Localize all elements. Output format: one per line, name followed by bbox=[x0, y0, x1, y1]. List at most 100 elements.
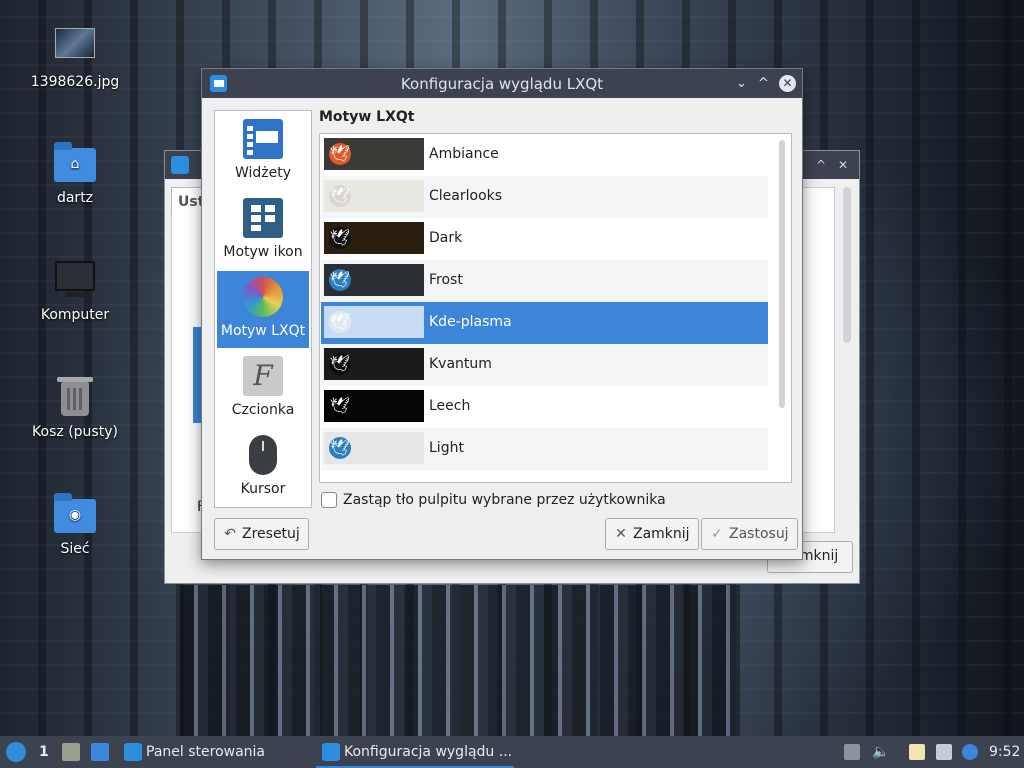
lxqt-bird-icon: 🕊 bbox=[329, 437, 351, 459]
desktop-icon-computer[interactable]: Komputer bbox=[15, 257, 135, 323]
font-icon: F bbox=[243, 356, 283, 396]
theme-row[interactable]: 🕊 Leech bbox=[321, 386, 768, 428]
undo-icon: ↶ bbox=[224, 526, 236, 542]
theme-row[interactable]: 🕊 Kde-plasma bbox=[321, 302, 768, 344]
apply-button[interactable]: ✓ Zastosuj bbox=[701, 518, 798, 550]
close-icon[interactable]: ✕ bbox=[779, 75, 796, 92]
theme-preview: 🕊 bbox=[324, 306, 424, 338]
maximize-icon[interactable]: ^ bbox=[813, 157, 829, 173]
maximize-icon[interactable]: ^ bbox=[755, 75, 772, 92]
theme-name: Light bbox=[429, 440, 464, 456]
desktop-icon-label: 1398626.jpg bbox=[30, 74, 120, 90]
theme-name: Leech bbox=[429, 398, 471, 414]
list-scrollbar[interactable] bbox=[779, 140, 785, 408]
file-manager-icon[interactable] bbox=[62, 743, 80, 761]
desktop-icon-label: Kosz (pusty) bbox=[32, 424, 118, 440]
theme-preview: 🕊 bbox=[324, 390, 424, 422]
replace-wallpaper-label[interactable]: Zastąp tło pulpitu wybrane przez użytkow… bbox=[343, 492, 666, 508]
clock[interactable]: 9:52 bbox=[989, 736, 1020, 768]
theme-name: Dark bbox=[429, 230, 463, 246]
theme-preview: 🕊 bbox=[324, 432, 424, 464]
category-sidebar: Widżety Motyw ikon Motyw LXQt F Czcionka… bbox=[214, 110, 312, 508]
network-icon[interactable] bbox=[936, 744, 952, 760]
storage-icon[interactable] bbox=[844, 744, 860, 760]
control-panel-icon bbox=[171, 156, 189, 174]
lxqt-bird-icon: 🕊 bbox=[329, 185, 351, 207]
lxqt-bird-icon: 🕊 bbox=[329, 353, 351, 375]
section-title: Motyw LXQt bbox=[319, 109, 415, 125]
lxqt-bird-icon: 🕊 bbox=[329, 143, 351, 165]
sidebar-item-label: Motyw ikon bbox=[223, 244, 303, 260]
theme-preview: 🕊 bbox=[324, 222, 424, 254]
task-control-panel[interactable]: Panel sterowania bbox=[120, 736, 265, 768]
desktop-icon-home[interactable]: ⌂ dartz bbox=[15, 140, 135, 206]
theme-name: Frost bbox=[429, 272, 463, 288]
lxqt-theme-icon bbox=[243, 277, 283, 317]
lxqt-bird-icon: 🕊 bbox=[329, 311, 351, 333]
theme-row[interactable]: 🕊 Light bbox=[321, 428, 768, 470]
sidebar-item-icon-theme[interactable]: Motyw ikon bbox=[217, 192, 309, 269]
appearance-dialog[interactable]: Konfiguracja wyglądu LXQt ⌄ ^ ✕ Widżety … bbox=[201, 68, 803, 560]
show-desktop-icon[interactable] bbox=[91, 743, 109, 761]
sidebar-item-label: Czcionka bbox=[231, 402, 295, 418]
theme-row[interactable]: 🕊 Kvantum bbox=[321, 344, 768, 386]
task-label: Panel sterowania bbox=[146, 744, 265, 760]
theme-preview: 🕊 bbox=[324, 138, 424, 170]
sidebar-item-label: Kursor bbox=[240, 481, 286, 497]
app-icon bbox=[322, 743, 340, 761]
theme-name: Kde-plasma bbox=[429, 314, 512, 330]
dialog-titlebar[interactable]: Konfiguracja wyglądu LXQt ⌄ ^ ✕ bbox=[202, 69, 802, 98]
wallpaper-rack bbox=[180, 585, 740, 736]
checkmark-icon: ✓ bbox=[711, 526, 723, 542]
clipboard-icon[interactable] bbox=[909, 744, 925, 760]
sidebar-item-widgets[interactable]: Widżety bbox=[217, 113, 309, 190]
desktop-icon-network[interactable]: ◉ Sieć bbox=[15, 491, 135, 557]
close-button[interactable]: ✕ Zamknij bbox=[605, 518, 699, 550]
task-label: Konfiguracja wyglądu ... bbox=[344, 744, 513, 760]
home-folder-icon: ⌂ bbox=[53, 140, 97, 184]
sidebar-item-font[interactable]: F Czcionka bbox=[217, 350, 309, 427]
reset-button-label: Zresetuj bbox=[242, 526, 300, 542]
theme-row[interactable]: 🕊 Ambiance bbox=[321, 134, 768, 176]
image-file-icon bbox=[53, 24, 97, 68]
close-icon[interactable]: ✕ bbox=[835, 157, 851, 173]
scrollbar[interactable] bbox=[843, 187, 851, 343]
notification-icon[interactable] bbox=[962, 744, 978, 760]
close-button-label: Zamknij bbox=[633, 526, 690, 542]
replace-wallpaper-checkbox[interactable] bbox=[321, 492, 337, 508]
icon-theme-icon bbox=[243, 198, 283, 238]
desktop-icon-label: Sieć bbox=[60, 541, 90, 557]
control-panel-icon bbox=[124, 743, 142, 761]
theme-row[interactable]: 🕊 Clearlooks bbox=[321, 176, 768, 218]
lxqt-bird-icon: 🕊 bbox=[329, 269, 351, 291]
desktop-icon-label: Komputer bbox=[40, 307, 110, 323]
desktop-icon-label: dartz bbox=[56, 190, 94, 206]
volume-icon[interactable]: 🔈 bbox=[872, 744, 889, 760]
desktop-icon-trash[interactable]: Kosz (pusty) bbox=[15, 374, 135, 440]
network-folder-icon: ◉ bbox=[53, 491, 97, 535]
sidebar-item-cursor[interactable]: Kursor bbox=[217, 429, 309, 506]
taskbar: 1 Panel sterowania Konfiguracja wyglądu … bbox=[0, 736, 1024, 768]
desktop-switcher[interactable]: 1 bbox=[39, 736, 49, 768]
task-appearance-config[interactable]: Konfiguracja wyglądu ... bbox=[316, 736, 514, 768]
theme-preview: 🕊 bbox=[324, 180, 424, 212]
trash-icon bbox=[53, 374, 97, 418]
minimize-icon[interactable]: ⌄ bbox=[733, 75, 750, 92]
lxqt-bird-icon: 🕊 bbox=[329, 227, 351, 249]
reset-button[interactable]: ↶ Zresetuj bbox=[214, 518, 309, 550]
sidebar-item-lxqt-theme[interactable]: Motyw LXQt bbox=[217, 271, 309, 348]
theme-row[interactable]: 🕊 Dark bbox=[321, 218, 768, 260]
dialog-title: Konfiguracja wyglądu LXQt bbox=[400, 75, 604, 93]
theme-preview: 🕊 bbox=[324, 348, 424, 380]
desktop-icon-image[interactable]: 1398626.jpg bbox=[15, 24, 135, 90]
sidebar-item-label: Widżety bbox=[234, 165, 292, 181]
theme-row[interactable]: 🕊 Frost bbox=[321, 260, 768, 302]
theme-name: Kvantum bbox=[429, 356, 492, 372]
computer-icon bbox=[53, 257, 97, 301]
widgets-icon bbox=[243, 119, 283, 159]
theme-preview: 🕊 bbox=[324, 264, 424, 296]
lxqt-menu-icon[interactable] bbox=[6, 742, 26, 762]
close-icon: ✕ bbox=[615, 526, 627, 542]
theme-list[interactable]: 🕊 Light 🕊 Leech 🕊 Kvantum 🕊 Kde-plasma 🕊 Frost 🕊 Da… bbox=[319, 133, 792, 483]
sidebar-item-label: Motyw LXQt bbox=[220, 323, 306, 339]
